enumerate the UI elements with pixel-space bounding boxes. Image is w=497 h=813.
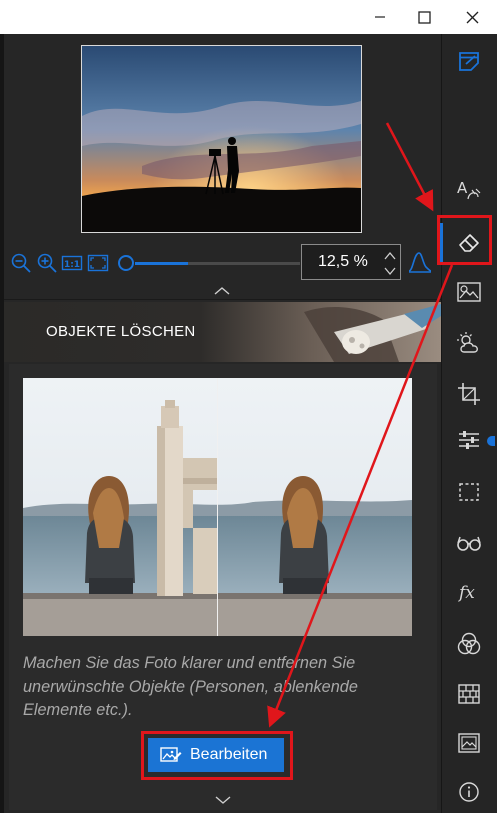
- notes-icon: [459, 52, 479, 71]
- tool-crop[interactable]: [454, 379, 484, 409]
- svg-text:A: A: [457, 179, 468, 197]
- minimize-button[interactable]: [357, 0, 403, 34]
- example-photo: [23, 378, 412, 636]
- heal-icon: [457, 282, 481, 302]
- zoom-slider-fill: [135, 262, 188, 265]
- fx-icon: fx: [457, 583, 475, 603]
- zoom-in-icon[interactable]: [36, 252, 58, 274]
- feature-description: Machen Sie das Foto klarer und entfernen…: [23, 654, 358, 719]
- tool-weather[interactable]: [454, 328, 484, 358]
- weather-icon: [457, 332, 478, 353]
- divider: [4, 299, 441, 300]
- tool-info[interactable]: [454, 777, 484, 807]
- expand-down-icon[interactable]: [214, 794, 232, 806]
- collapse-up-icon[interactable]: [212, 285, 232, 297]
- svg-text:fx: fx: [457, 583, 475, 603]
- selection-icon: [459, 483, 479, 501]
- tool-notes[interactable]: [454, 46, 484, 76]
- tool-heal[interactable]: [454, 277, 484, 307]
- eraser-highlight: [437, 215, 492, 265]
- panel-indicator-dot: [487, 436, 495, 446]
- zoom-out-icon[interactable]: [10, 252, 32, 274]
- brick-wall-icon: [458, 684, 480, 704]
- minimize-icon: [375, 16, 385, 18]
- actual-size-icon[interactable]: 1:1: [61, 252, 83, 274]
- title-bar: [0, 0, 497, 34]
- info-icon: [459, 782, 479, 802]
- maximize-icon: [417, 10, 431, 24]
- close-icon: [466, 11, 478, 23]
- crop-icon: [458, 383, 480, 405]
- zoom-slider-track[interactable]: [135, 262, 300, 265]
- tool-text[interactable]: A: [454, 175, 484, 205]
- section-banner: OBJEKTE LÖSCHEN: [4, 302, 441, 362]
- zoom-increase-icon[interactable]: [383, 249, 397, 263]
- section-title: OBJEKTE LÖSCHEN: [46, 323, 196, 340]
- edit-button-highlight: [141, 731, 293, 780]
- glasses-icon: [457, 536, 481, 551]
- tool-glasses[interactable]: [454, 528, 484, 558]
- zoom-decrease-icon[interactable]: [383, 264, 397, 278]
- tool-picture[interactable]: [454, 728, 484, 758]
- adjustments-icon: [459, 431, 479, 449]
- tool-colors[interactable]: [454, 629, 484, 659]
- panel-edge: [0, 34, 4, 813]
- navigator-preview[interactable]: [81, 45, 362, 233]
- tool-texture[interactable]: [454, 679, 484, 709]
- picture-icon: [458, 733, 480, 753]
- color-circles-icon: [457, 632, 481, 655]
- tool-fx[interactable]: fx: [454, 577, 484, 607]
- zoom-slider-handle[interactable]: [118, 255, 134, 271]
- text-icon: A: [457, 179, 481, 200]
- zoom-controls: 1:1 12,5 %: [10, 244, 435, 282]
- preview-photo: [82, 46, 361, 232]
- tool-adjustments[interactable]: [454, 425, 484, 455]
- svg-text:1:1: 1:1: [64, 260, 80, 270]
- zoom-value: 12,5 %: [318, 253, 368, 270]
- histogram-icon[interactable]: [408, 250, 432, 274]
- close-button[interactable]: [449, 0, 495, 34]
- tool-sidebar: A fx: [441, 34, 497, 813]
- before-after-image: [23, 378, 412, 636]
- maximize-button[interactable]: [401, 0, 447, 34]
- zoom-value-field[interactable]: 12,5 %: [301, 244, 401, 280]
- tool-selection[interactable]: [454, 477, 484, 507]
- fit-to-screen-icon[interactable]: [87, 252, 109, 274]
